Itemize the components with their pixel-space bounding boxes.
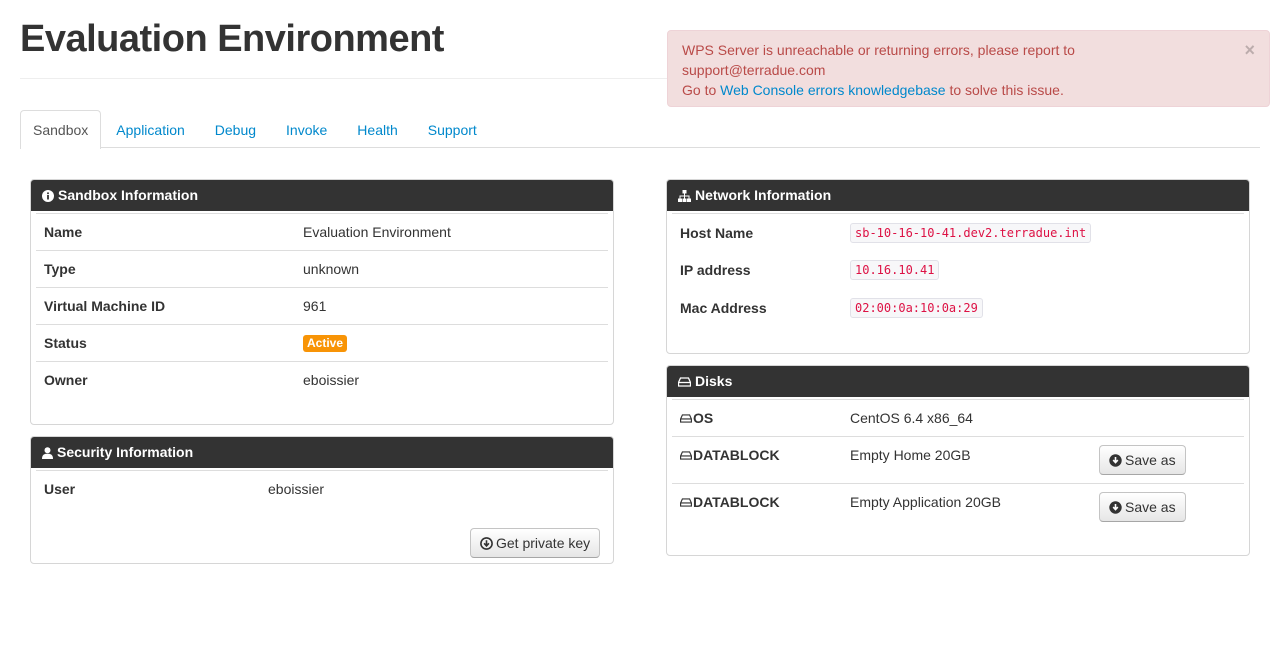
save-as-button[interactable]: Save as [1099, 492, 1186, 522]
row-label: Owner [44, 372, 88, 388]
security-info-title: Security Information [57, 444, 194, 460]
row-value: unknown [303, 261, 360, 277]
alert-line-1: WPS Server is unreachable or returning e… [682, 42, 1075, 58]
close-icon[interactable]: × [1244, 40, 1255, 60]
tab-health[interactable]: Health [342, 110, 412, 148]
user-value: eboissier [268, 481, 325, 497]
error-alert: × WPS Server is unreachable or returning… [667, 30, 1270, 107]
disks-title: Disks [695, 373, 733, 389]
row-label: Type [44, 261, 76, 277]
alert-suffix: to solve this issue. [949, 82, 1064, 98]
disk-description: Empty Home 20GB [850, 447, 971, 463]
user-icon [42, 446, 53, 459]
status-badge: Active [303, 334, 348, 352]
get-private-key-label: Get private key [496, 535, 591, 551]
table-row: Virtual Machine ID 961 [36, 287, 608, 324]
hdd-icon [680, 450, 692, 460]
host-name-value: sb-10-16-10-41.dev2.terradue.int [850, 222, 1092, 243]
tab-bar: Sandbox Application Debug Invoke Health … [20, 110, 1260, 149]
row-label: Mac Address [680, 300, 767, 316]
disk-type-cell: DATABLOCK [680, 447, 850, 463]
security-info-panel: Security Information User eboissier Get … [30, 436, 614, 564]
hdd-icon [680, 413, 692, 423]
sandbox-info-header: Sandbox Information [31, 180, 613, 213]
mac-address-value: 02:00:0a:10:0a:29 [850, 298, 983, 318]
tab-invoke[interactable]: Invoke [271, 110, 342, 148]
hdd-icon [678, 376, 691, 387]
table-row: Name Evaluation Environment [36, 213, 608, 250]
save-as-button[interactable]: Save as [1099, 445, 1186, 475]
hdd-icon [680, 497, 692, 507]
row-label: IP address [680, 262, 751, 278]
table-row: User eboissier [36, 470, 608, 507]
sitemap-icon [678, 189, 691, 202]
table-row: Owner eboissier [36, 361, 608, 398]
save-as-label: Save as [1125, 452, 1176, 468]
download-circle-icon [1109, 500, 1122, 514]
save-as-label: Save as [1125, 499, 1176, 515]
table-row: Status Active [36, 324, 608, 361]
security-info-header: Security Information [31, 437, 613, 470]
network-info-header: Network Information [667, 180, 1249, 213]
disk-type-cell: DATABLOCK [680, 494, 850, 510]
disk-description: Empty Application 20GB [850, 494, 1001, 510]
tab-application[interactable]: Application [101, 110, 200, 148]
get-private-key-button[interactable]: Get private key [470, 528, 601, 558]
table-row: Type unknown [36, 250, 608, 287]
alert-go-to: Go to [682, 82, 717, 98]
download-circle-icon [480, 536, 493, 550]
disk-type-cell: OS [680, 410, 850, 426]
network-info-title: Network Information [695, 187, 832, 203]
download-circle-icon [1109, 453, 1122, 467]
row-value: eboissier [303, 372, 360, 388]
ip-address-value: 10.16.10.41 [850, 260, 940, 280]
disks-header: Disks [667, 366, 1249, 399]
row-label: Name [44, 224, 83, 240]
table-row: OS CentOS 6.4 x86_64 [672, 399, 1244, 436]
sandbox-info-panel: Sandbox Information Name Evaluation Envi… [30, 179, 614, 425]
table-row: DATABLOCK Empty Home 20GB Save as [672, 436, 1244, 483]
alert-line-2: support@terradue.com [682, 62, 826, 78]
user-label: User [44, 481, 76, 497]
row-label: Virtual Machine ID [44, 298, 166, 314]
disk-type: DATABLOCK [693, 494, 780, 510]
disks-panel: Disks OS CentOS 6.4 x86_64 DATABLOCK Emp… [666, 365, 1250, 556]
disk-description: CentOS 6.4 x86_64 [850, 410, 973, 426]
table-row: IP address 10.16.10.41 [672, 251, 1244, 289]
table-row: Mac Address 02:00:0a:10:0a:29 [672, 289, 1244, 327]
knowledgebase-link[interactable]: Web Console errors knowledgebase [720, 82, 945, 98]
row-label: Host Name [680, 224, 754, 241]
alert-line-3: Go to Web Console errors knowledgebase t… [682, 80, 1233, 100]
tab-sandbox[interactable]: Sandbox [20, 110, 102, 149]
network-info-panel: Network Information Host Name sb-10-16-1… [666, 179, 1250, 354]
title-divider [20, 78, 668, 79]
row-label: Status [44, 335, 87, 351]
disk-type: OS [693, 410, 714, 426]
info-icon [42, 189, 54, 202]
tab-debug[interactable]: Debug [200, 110, 271, 148]
sandbox-info-title: Sandbox Information [58, 187, 198, 203]
page-title: Evaluation Environment [20, 18, 444, 60]
row-value: Evaluation Environment [303, 224, 451, 240]
disk-type: DATABLOCK [693, 447, 780, 463]
table-row: DATABLOCK Empty Application 20GB Save as [672, 483, 1244, 530]
tab-support[interactable]: Support [413, 110, 492, 148]
row-value: 961 [303, 298, 327, 314]
table-row: Host Name sb-10-16-10-41.dev2.terradue.i… [672, 213, 1244, 251]
